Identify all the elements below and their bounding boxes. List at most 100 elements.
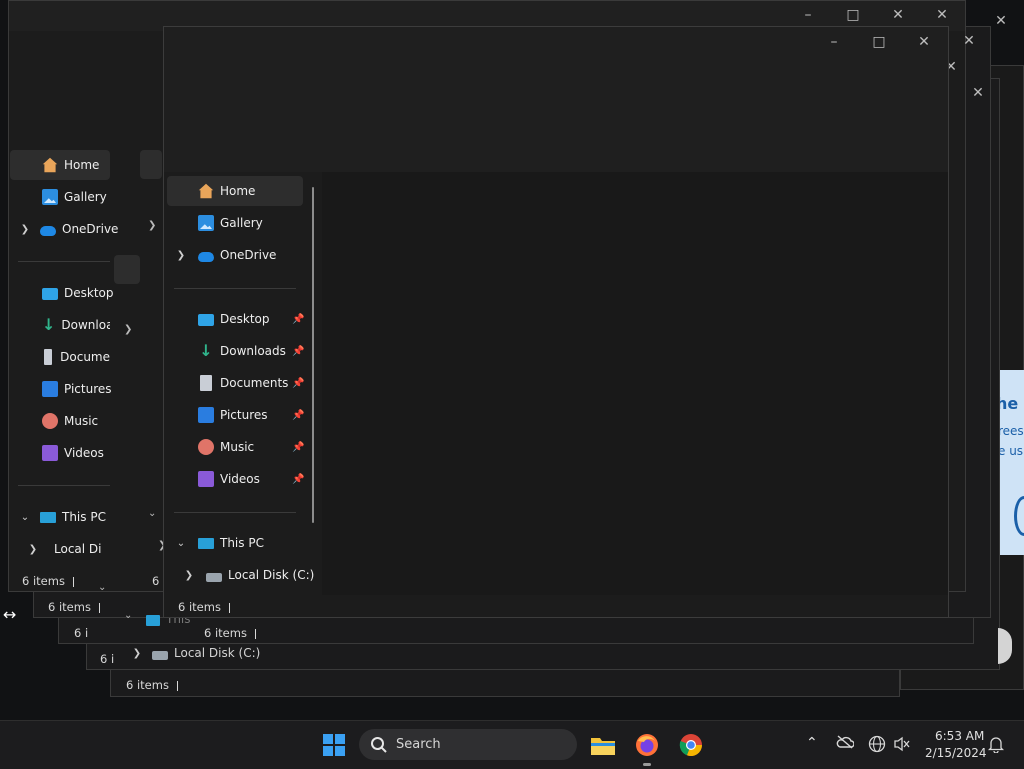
maximize-icon[interactable]: □ <box>859 29 899 55</box>
sidebar-item-music[interactable]: Music 📌 <box>198 432 304 462</box>
divider <box>174 288 296 289</box>
sidebar-item-this-pc[interactable]: ⌄ This PC <box>174 528 264 558</box>
sidebar-item-label: OneDrive <box>220 248 277 262</box>
taskbar-search-box[interactable]: Search <box>359 729 577 760</box>
firefox-logo-icon <box>636 734 658 756</box>
sidebar-item-label: Gallery <box>220 216 263 230</box>
sidebar-item-home[interactable]: Home <box>42 150 99 180</box>
taskbar: Search ⌃ 6:53 AM 2/15/2024 <box>0 720 1024 769</box>
sidebar-item-documents[interactable]: Docume <box>42 342 110 372</box>
search-placeholder: Search <box>396 737 441 752</box>
sidebar-item-videos[interactable]: Videos <box>42 438 104 468</box>
clock-date[interactable]: 2/15/2024 <box>925 746 987 760</box>
chevron-down-icon[interactable]: ⌄ <box>148 508 156 519</box>
status-item-count: 6 items <box>48 600 100 614</box>
close-icon[interactable]: ✕ <box>949 28 989 54</box>
sidebar-item-local-disk[interactable]: ❯ Local Disk (C:) <box>130 638 260 668</box>
sidebar-item-selected-sliver[interactable] <box>140 150 162 179</box>
sidebar-item-local-disk[interactable]: ❯ Local Disk (C:) <box>182 560 314 590</box>
chevron-down-icon[interactable]: ⌄ <box>98 582 106 593</box>
drive-icon <box>152 651 168 660</box>
sidebar-item-label: Home <box>64 158 100 172</box>
close-icon[interactable]: ✕ <box>922 2 962 28</box>
sidebar-item-pictures[interactable]: Pictures <box>42 374 112 404</box>
maximize-icon[interactable]: □ <box>833 2 873 28</box>
sidebar-item-label: Videos <box>220 472 260 486</box>
status-item-count: 6 items <box>126 678 178 692</box>
chevron-down-icon[interactable]: ⌄ <box>18 512 32 523</box>
chevron-down-icon[interactable]: ⌄ <box>174 538 188 549</box>
divider <box>174 512 296 513</box>
status-text: 6 items <box>22 574 65 588</box>
chevron-right-icon[interactable]: ❯ <box>124 324 132 335</box>
sidebar-item-downloads[interactable]: ↓ Downloa <box>42 310 110 340</box>
sidebar-item-desktop[interactable]: Desktop 📌 <box>198 304 304 334</box>
minimize-icon[interactable]: – <box>814 29 854 55</box>
close-icon[interactable]: ✕ <box>878 2 918 28</box>
folder-icon <box>591 738 615 755</box>
file-explorer-icon[interactable] <box>590 733 615 757</box>
chevron-right-icon[interactable]: ❯ <box>174 250 188 261</box>
chevron-right-icon[interactable]: ❯ <box>130 648 144 659</box>
sidebar-item-this-pc[interactable]: ⌄ This PC <box>18 502 106 532</box>
active-app-indicator <box>643 763 651 766</box>
sidebar-item-gallery[interactable]: Gallery <box>42 182 107 212</box>
windows-logo-icon <box>323 734 345 756</box>
sidebar-item-label: Downloa <box>61 318 110 332</box>
sidebar-item-onedrive[interactable]: ❯ OneDrive <box>174 240 276 270</box>
sidebar-item-home[interactable]: Home <box>198 176 255 206</box>
chevron-right-icon[interactable]: ❯ <box>18 224 32 235</box>
chevron-up-icon[interactable]: ⌃ <box>806 735 818 751</box>
panel-text: rees <box>1000 424 1024 438</box>
videos-icon <box>42 445 58 461</box>
chevron-right-icon[interactable]: ❯ <box>148 220 156 231</box>
file-explorer-window: – □ ✕ Home Gallery ❯ OneDrive Desktop 📌 ↓ D… <box>163 26 949 618</box>
sidebar-item-gallery[interactable]: Gallery <box>198 208 263 238</box>
sidebar-item-local-disk[interactable]: ❯ Local Di <box>26 534 110 564</box>
close-icon[interactable]: ✕ <box>958 80 998 106</box>
sidebar-item-label: Videos <box>64 446 104 460</box>
sidebar-item-music[interactable]: Music <box>42 406 98 436</box>
status-item-count-partial: 6 items <box>100 652 114 666</box>
file-list-area[interactable] <box>322 172 948 595</box>
sidebar-item-pictures[interactable]: Pictures 📌 <box>198 400 305 430</box>
sidebar-item-downloads[interactable]: ↓ Downloads 📌 <box>198 336 304 366</box>
status-text: 6 items <box>100 652 114 666</box>
pin-icon: 📌 <box>292 410 305 421</box>
minimize-icon[interactable]: – <box>788 2 828 28</box>
status-text: 6 items <box>74 626 88 640</box>
sidebar-item-onedrive[interactable]: ❯ OneDrive <box>18 214 118 244</box>
sidebar-item-videos[interactable]: Videos 📌 <box>198 464 304 494</box>
close-icon[interactable]: ✕ <box>904 29 944 55</box>
sidebar-item-label: Home <box>220 184 256 198</box>
sidebar-scrollbar[interactable] <box>312 187 314 523</box>
sidebar-item-documents[interactable]: Documents 📌 <box>198 368 304 398</box>
onedrive-tray-icon[interactable] <box>836 735 855 752</box>
chevron-right-icon[interactable]: ❯ <box>26 544 40 555</box>
chrome-icon[interactable] <box>679 733 703 757</box>
sidebar-item-label: Local Di <box>54 542 102 556</box>
documents-icon <box>44 349 53 365</box>
clock-time[interactable]: 6:53 AM <box>935 729 984 743</box>
resize-cursor-icon: ↔ <box>3 605 17 624</box>
onedrive-cloud-icon <box>198 252 214 262</box>
sidebar-item-label: Local Disk (C:) <box>228 568 315 582</box>
windows-start-icon[interactable] <box>322 733 346 757</box>
speaker-icon <box>894 736 910 752</box>
downloads-icon: ↓ <box>42 315 56 334</box>
gallery-icon <box>198 215 214 231</box>
computer-icon <box>198 538 214 549</box>
sidebar-item-desktop[interactable]: Desktop <box>42 278 114 308</box>
divider <box>72 576 74 587</box>
chevron-down-icon[interactable]: ⌄ <box>124 610 132 621</box>
notification-bell-icon[interactable] <box>987 735 1005 756</box>
home-icon <box>42 157 58 173</box>
sidebar-item-label: Desktop <box>220 312 270 326</box>
firefox-icon[interactable] <box>635 733 659 757</box>
videos-icon <box>198 471 214 487</box>
network-globe-icon[interactable] <box>868 735 886 756</box>
chevron-right-icon[interactable]: ❯ <box>182 570 196 581</box>
downloads-icon: ↓ <box>199 341 213 360</box>
volume-muted-icon[interactable] <box>893 736 911 755</box>
sidebar-item-selected-sliver[interactable] <box>114 255 140 284</box>
